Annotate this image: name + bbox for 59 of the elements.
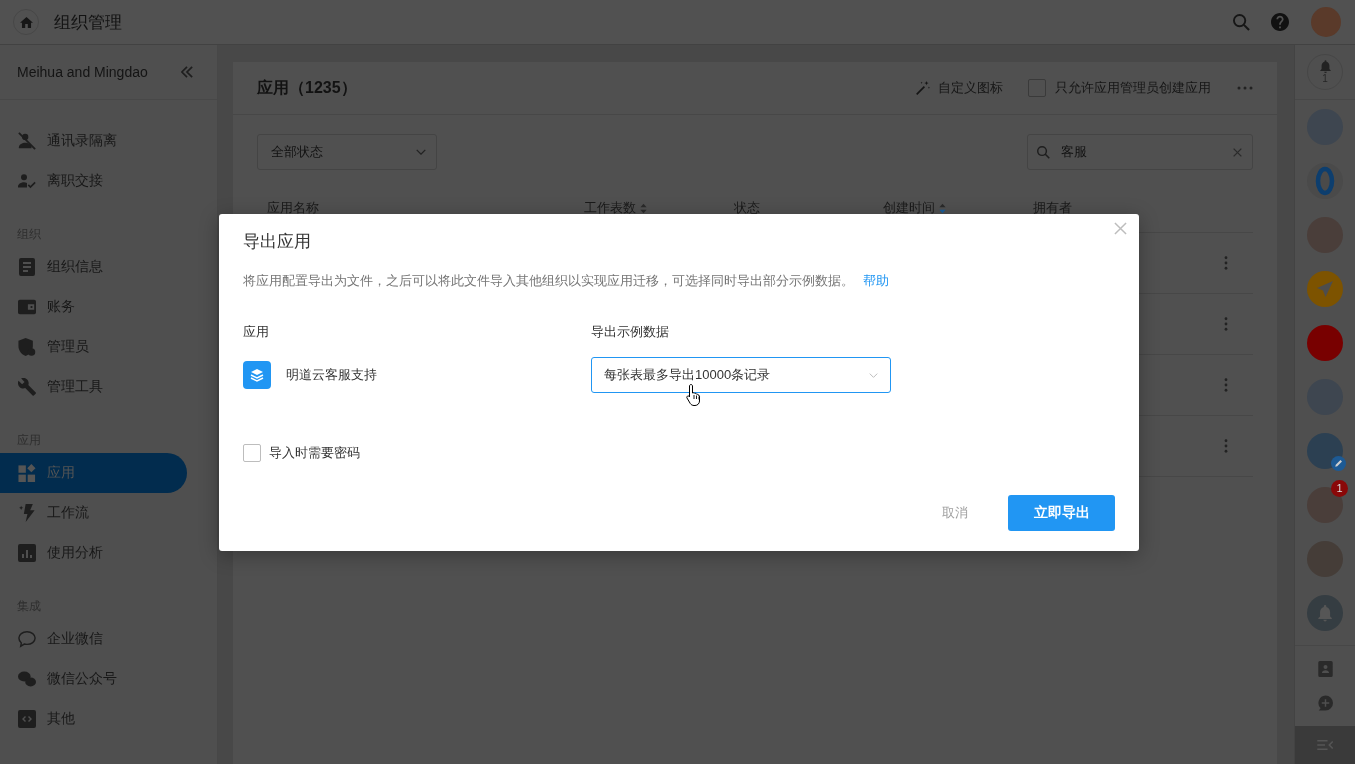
- lightning-sparkle-icon: [18, 504, 36, 522]
- checkbox[interactable]: [243, 444, 261, 462]
- search-icon: [1037, 145, 1050, 159]
- more-vertical-icon[interactable]: [1224, 439, 1228, 453]
- search-icon[interactable]: [1233, 13, 1250, 31]
- status-select[interactable]: 全部状态: [257, 134, 437, 170]
- column-label: 应用: [243, 323, 269, 341]
- person-check-icon: [18, 172, 36, 190]
- shield-icon: [18, 338, 36, 356]
- dialog-description: 将应用配置导出为文件，之后可以将此文件导入其他组织以实现应用迁移，可选择同时导出部分示例数据。 帮助: [243, 272, 890, 290]
- chevron-down-icon: [416, 149, 426, 155]
- nav-item[interactable]: 账务: [0, 287, 187, 327]
- help-icon[interactable]: [1271, 13, 1289, 31]
- add-chat-icon[interactable]: [1317, 695, 1333, 711]
- bell-icon[interactable]: [1307, 595, 1343, 631]
- avatar[interactable]: [1307, 325, 1343, 361]
- more-vertical-icon[interactable]: [1224, 256, 1228, 270]
- bar-chart-icon: [18, 544, 36, 562]
- more-vertical-icon[interactable]: [1224, 317, 1228, 331]
- wrench-icon: [18, 378, 36, 396]
- card-title: 应用（1235）: [257, 77, 357, 98]
- code-box-icon: [18, 710, 36, 728]
- avatar[interactable]: [1307, 433, 1343, 469]
- unread-badge: 1: [1331, 480, 1348, 497]
- home-icon: [19, 16, 33, 28]
- contacts-book-icon[interactable]: [1317, 661, 1333, 677]
- app-icon: [243, 361, 271, 389]
- person-off-icon: [18, 132, 36, 150]
- paper-plane-icon[interactable]: [1307, 271, 1343, 307]
- document-icon: [18, 258, 36, 276]
- chat-bubble-icon: [18, 630, 36, 648]
- collapse-menu-icon: [1316, 739, 1334, 751]
- magic-wand-icon: [916, 81, 930, 95]
- more-horizontal-icon[interactable]: [1237, 86, 1253, 90]
- hand-cursor-icon: [686, 384, 702, 406]
- sample-data-select[interactable]: 每张表最多导出10000条记录: [591, 357, 891, 393]
- dialog-title: 导出应用: [243, 231, 312, 253]
- export-button[interactable]: 立即导出: [1008, 495, 1115, 531]
- cancel-button[interactable]: 取消: [934, 495, 976, 531]
- double-chevron-icon[interactable]: [181, 66, 193, 78]
- page-title: 组织管理: [54, 11, 122, 34]
- oval-ring-logo-icon[interactable]: [1307, 163, 1343, 199]
- close-icon[interactable]: [1114, 222, 1127, 235]
- org-name: Meihua and Mingdao: [17, 64, 148, 80]
- search-field[interactable]: 客服: [1027, 134, 1253, 170]
- app-name: 明道云客服支持: [286, 366, 377, 384]
- help-link[interactable]: 帮助: [863, 273, 889, 288]
- more-vertical-icon[interactable]: [1224, 378, 1228, 392]
- apps-grid-icon: [18, 464, 36, 482]
- wallet-icon: [18, 298, 36, 316]
- bell-icon: [1319, 60, 1331, 73]
- user-avatar[interactable]: [1311, 7, 1341, 37]
- two-bubbles-icon: [18, 670, 36, 688]
- chevron-down-icon: [869, 372, 878, 378]
- collapse-bar[interactable]: [1295, 726, 1355, 764]
- nav-item[interactable]: 应用: [0, 453, 187, 493]
- clear-icon[interactable]: [1233, 147, 1242, 157]
- column-label: 导出示例数据: [591, 323, 669, 341]
- password-option[interactable]: 导入时需要密码: [243, 444, 360, 462]
